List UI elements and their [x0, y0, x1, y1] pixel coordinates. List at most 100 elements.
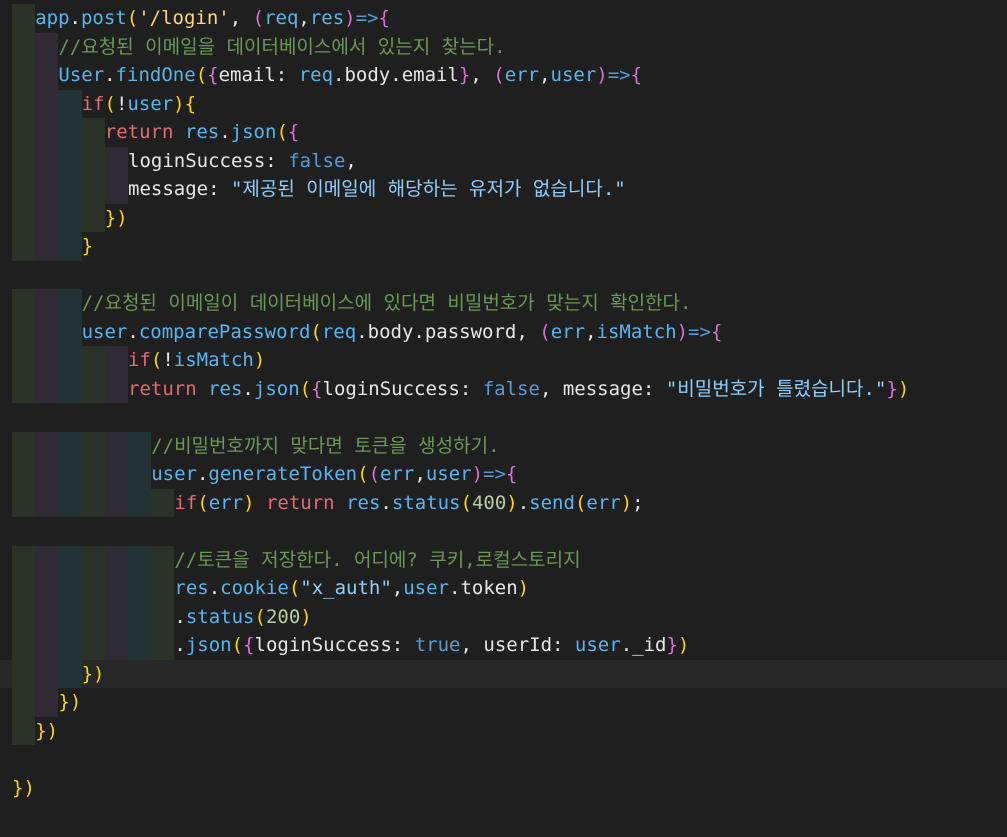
indent-guide	[81, 574, 105, 603]
indent-guide	[35, 631, 59, 660]
indent-guide	[12, 175, 36, 204]
indent-guide	[151, 631, 175, 660]
indent-guide	[128, 460, 152, 489]
indent-guide	[35, 232, 59, 261]
indent-guide	[35, 659, 59, 688]
indent-guide	[104, 460, 128, 489]
indent-guide	[12, 716, 36, 745]
indent-guide	[128, 545, 152, 574]
indent-guide	[104, 488, 128, 517]
indent-guide	[58, 545, 82, 574]
indent-guide	[81, 203, 105, 232]
indent-guide	[104, 346, 128, 375]
indent-guide	[104, 545, 128, 574]
indent-guide	[12, 602, 36, 631]
indent-guide	[12, 4, 36, 33]
indent-guide	[35, 317, 59, 346]
indent-guide	[12, 289, 36, 318]
indent-guide	[12, 232, 36, 261]
indent-guide	[58, 232, 82, 261]
code-editor[interactable]: app.post('/login', (req,res)=>{//요청된 이메일…	[0, 0, 1007, 837]
indent-guide	[35, 118, 59, 147]
indent-guide	[12, 659, 36, 688]
code-line[interactable]: .json({loginSuccess: true, userId: user.…	[0, 631, 1007, 660]
code-line[interactable]: //토큰을 저장한다. 어디에? 쿠키,로컬스토리지	[0, 545, 1007, 574]
code-text: })	[12, 776, 35, 799]
code-line[interactable]: //비밀번호까지 맞다면 토큰을 생성하기.	[0, 431, 1007, 460]
code-line[interactable]: return res.json({loginSuccess: false, me…	[0, 374, 1007, 403]
indent-guide	[128, 631, 152, 660]
code-line[interactable]: }	[0, 232, 1007, 261]
indent-guide	[35, 32, 59, 61]
indent-guide	[58, 146, 82, 175]
code-text: if(!isMatch)	[128, 349, 266, 371]
code-line[interactable]: return res.json({	[0, 118, 1007, 147]
code-line[interactable]: })	[0, 688, 1007, 717]
code-text: if(err) return res.status(400).send(err)…	[174, 491, 644, 514]
indent-guide	[104, 374, 128, 403]
code-line[interactable]: app.post('/login', (req,res)=>{	[0, 4, 1007, 33]
indent-guide	[12, 545, 36, 574]
indent-guide	[104, 602, 128, 631]
indent-guide	[58, 488, 82, 517]
indent-guide	[35, 346, 59, 375]
code-text: //토큰을 저장한다. 어디에? 쿠키,로컬스토리지	[174, 548, 581, 571]
code-line[interactable]: message: "제공된 이메일에 해당하는 유저가 없습니다."	[0, 175, 1007, 204]
code-line[interactable]	[0, 403, 1007, 432]
indent-guide	[58, 631, 82, 660]
indent-guide	[58, 431, 82, 460]
indent-guide	[58, 346, 82, 375]
indent-guide	[128, 602, 152, 631]
indent-guide	[58, 289, 82, 318]
indent-guide	[104, 631, 128, 660]
indent-guide	[151, 602, 175, 631]
indent-guide	[12, 32, 36, 61]
code-line[interactable]	[0, 745, 1007, 774]
code-text: //요청된 이메일이 데이터베이스에 있다면 비밀번호가 맞는지 확인한다.	[81, 292, 692, 314]
indent-guide	[58, 118, 82, 147]
code-line[interactable]: if(err) return res.status(400).send(err)…	[0, 488, 1007, 517]
code-line[interactable]: //요청된 이메일이 데이터베이스에 있다면 비밀번호가 맞는지 확인한다.	[0, 289, 1007, 318]
code-line[interactable]: res.cookie("x_auth",user.token)	[0, 574, 1007, 603]
code-line[interactable]: })	[0, 203, 1007, 232]
indent-guide	[81, 545, 105, 574]
indent-guide	[12, 688, 36, 717]
code-line[interactable]: User.findOne({email: req.body.email}, (e…	[0, 61, 1007, 90]
code-line[interactable]: if(!isMatch)	[0, 346, 1007, 375]
code-line[interactable]	[0, 517, 1007, 546]
code-line[interactable]: })	[0, 716, 1007, 745]
indent-guide	[128, 488, 152, 517]
indent-guide	[12, 431, 36, 460]
indent-guide	[12, 61, 36, 90]
code-text: .json({loginSuccess: true, userId: user.…	[174, 634, 690, 656]
indent-guide	[35, 89, 59, 118]
code-text: return res.json({	[104, 121, 300, 143]
code-text: }	[81, 235, 94, 257]
code-text: user.comparePassword(req.body.password, …	[81, 320, 723, 343]
indent-guide	[151, 545, 175, 574]
indent-guide	[58, 659, 82, 688]
code-line[interactable]: //요청된 이메일을 데이터베이스에서 있는지 찾는다.	[0, 32, 1007, 61]
code-line[interactable]: loginSuccess: false,	[0, 146, 1007, 175]
code-line[interactable]: if(!user){	[0, 89, 1007, 118]
indent-guide	[35, 431, 59, 460]
code-text: if(!user){	[81, 92, 197, 115]
indent-guide	[12, 631, 36, 660]
indent-guide	[81, 488, 105, 517]
indent-guide	[12, 203, 36, 232]
code-text: user.generateToken((err,user)=>{	[151, 463, 518, 485]
indent-guide	[35, 574, 59, 603]
indent-guide	[81, 431, 105, 460]
code-line[interactable]: })	[0, 659, 1007, 688]
code-line[interactable]	[0, 261, 1007, 290]
indent-guide	[81, 460, 105, 489]
code-line[interactable]: user.comparePassword(req.body.password, …	[0, 317, 1007, 346]
indent-guide	[35, 688, 59, 717]
indent-guide	[81, 146, 105, 175]
code-text: })	[35, 719, 59, 742]
code-line[interactable]: })	[0, 774, 1007, 803]
code-text: })	[81, 662, 105, 685]
code-text: })	[58, 691, 82, 713]
code-line[interactable]: user.generateToken((err,user)=>{	[0, 460, 1007, 489]
code-line[interactable]: .status(200)	[0, 602, 1007, 631]
